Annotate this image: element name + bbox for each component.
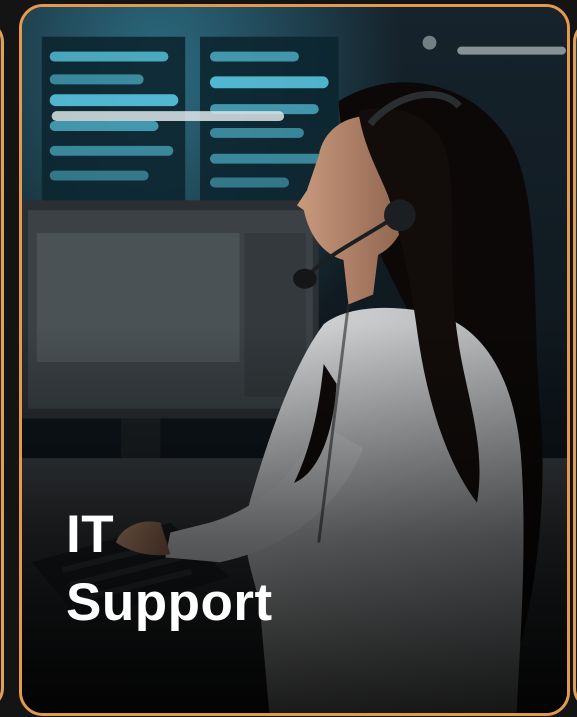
card-title: IT Support xyxy=(66,501,273,637)
card-title-line-1: IT xyxy=(66,505,115,564)
previous-card-edge[interactable] xyxy=(0,20,4,710)
carousel-stage: IT Support xyxy=(0,0,577,717)
next-card-edge[interactable] xyxy=(573,20,577,710)
card-title-line-2: Support xyxy=(66,573,273,632)
it-support-card[interactable]: IT Support xyxy=(19,4,570,716)
